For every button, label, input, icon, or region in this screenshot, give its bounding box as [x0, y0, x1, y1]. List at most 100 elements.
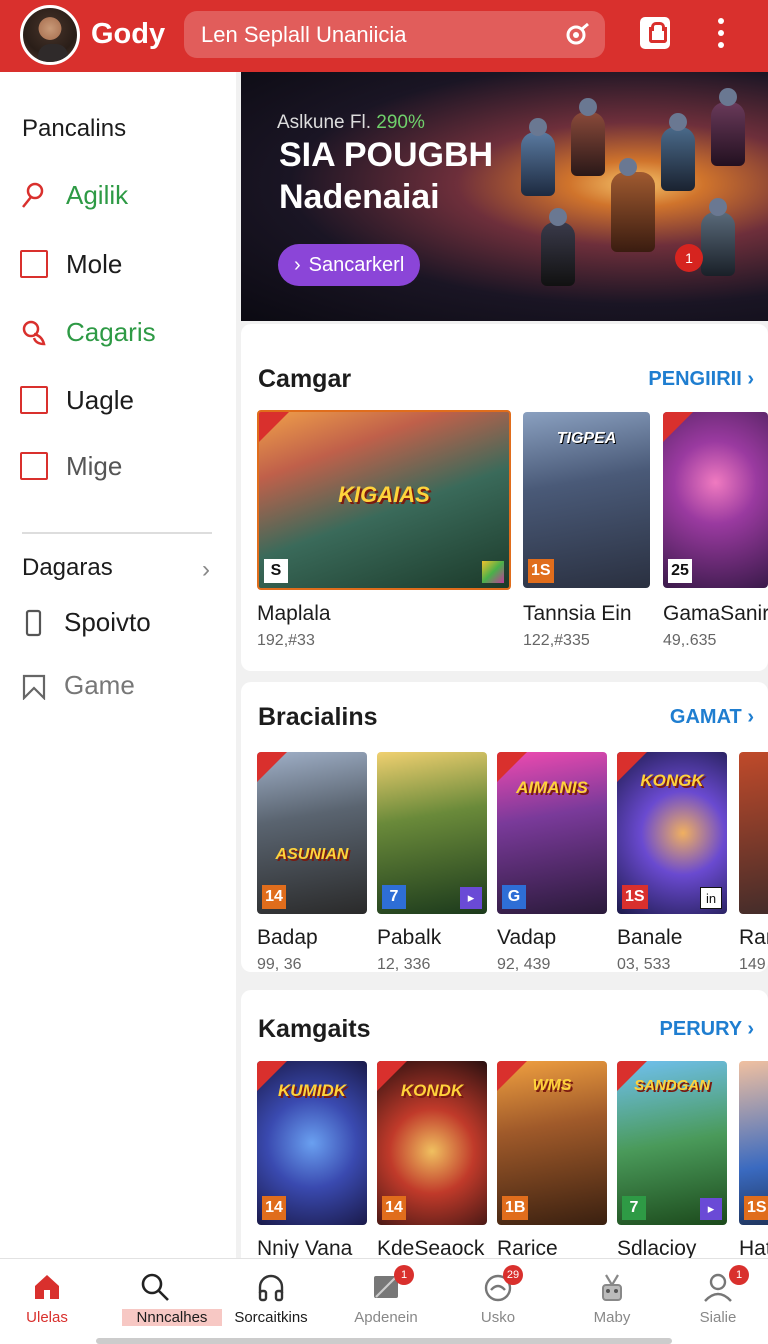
corner-tag [663, 412, 693, 442]
section-link-label: GAMAT [669, 706, 742, 728]
game-card-image: WMS 1B [497, 1061, 607, 1225]
game-logo: KONGK [640, 771, 704, 791]
hero-art-figure [541, 208, 575, 286]
headphones-icon [258, 1274, 284, 1302]
search-input[interactable]: Len Seplall Unaniicia [201, 22, 406, 48]
hero-title-line: Nadenaiai [279, 178, 440, 216]
search-icon[interactable] [563, 21, 591, 49]
hero-art-figure [661, 113, 695, 191]
chevron-right-icon: › [747, 1018, 754, 1040]
hero-subtitle-accent: 290% [376, 112, 425, 133]
sidebar-item-cagaris[interactable]: Cagaris [20, 312, 156, 352]
user-icon [22, 182, 44, 208]
rating-badge: 14 [262, 885, 286, 909]
game-card[interactable]: Ran 149 [739, 752, 768, 972]
nav-tab-label: Apdenein [354, 1309, 418, 1326]
game-count: 192,#33 [257, 632, 315, 649]
nav-tab-home[interactable]: Ulelas [0, 1259, 102, 1344]
store-icon[interactable] [640, 17, 670, 49]
game-count: 92, 439 [497, 956, 551, 973]
game-logo: KONDK [400, 1080, 464, 1100]
search-bar[interactable]: Len Seplall Unaniicia [184, 11, 605, 58]
square-icon [20, 452, 48, 480]
app-root: Gody Len Seplall Unaniicia Pancalins Agi… [0, 0, 768, 1344]
hero-subtitle: Aslkune Fl. 290% [277, 112, 425, 134]
hero-art-figure [611, 158, 655, 252]
sidebar-item-agilik[interactable]: Agilik [20, 175, 128, 215]
platform-icon [482, 561, 504, 583]
sidebar-divider [22, 532, 212, 534]
section-title: Kamgaits [258, 1015, 371, 1043]
sidebar-item-uagle[interactable]: Uagle [20, 380, 134, 420]
game-logo: WMS [532, 1077, 572, 1095]
section-see-all-link[interactable]: PERURY › [660, 1018, 754, 1041]
sidebar: Pancalins Agilik Mole Cagaris Uagle Mige… [0, 72, 236, 1258]
section-link-label: PENGIIRII [648, 368, 742, 390]
nav-tab-audio[interactable]: Sorcaitkins [216, 1259, 326, 1344]
rating-badge: 7 [622, 1196, 646, 1220]
nav-tab-label: Usko [480, 1309, 516, 1326]
game-logo: ASUNIAN [275, 845, 349, 863]
rating-badge: 1B [502, 1196, 529, 1220]
section-bracialins: Bracialins GAMAT › ASUNIAN 14 Badap 99, … [241, 682, 768, 973]
hero-cta-button[interactable]: › Sancarkerl [278, 244, 421, 286]
game-logo: AIMANIS [516, 777, 588, 797]
avatar[interactable] [20, 5, 80, 65]
platform-icon: in [700, 887, 722, 909]
game-logo: TIGPEA [556, 429, 617, 447]
game-card-image: SANDGAN 7 ▸ [617, 1061, 727, 1225]
sidebar-item-label: Agilik [66, 179, 129, 210]
sidebar-item-mole[interactable]: Mole [20, 244, 122, 284]
nav-tab-maby[interactable]: Maby [557, 1259, 667, 1344]
platform-icon: ▸ [700, 1198, 722, 1220]
rating-badge: 1S [744, 1196, 768, 1220]
nav-tab-label: Nnncalhes [122, 1309, 222, 1326]
game-card-image: AIMANIS G [497, 752, 607, 914]
sidebar-section-title[interactable]: Dagaras [22, 554, 113, 582]
section-camgar: Camgar PENGIIRII › KIGAIAS S Maplala 192… [241, 324, 768, 671]
game-card-image: KONDK 14 [377, 1061, 487, 1225]
sidebar-item-label: Mige [66, 450, 123, 481]
nav-tab-usko[interactable]: 29 Usko [443, 1259, 553, 1344]
game-card-image: KONGK 1S in [617, 752, 727, 914]
chevron-right-icon[interactable]: › [202, 556, 210, 584]
home-icon [35, 1275, 59, 1299]
nav-tab-updates[interactable]: 1 Apdenein [331, 1259, 441, 1344]
sidebar-item-game[interactable]: Game [20, 670, 135, 701]
nav-tab-profile[interactable]: 1 Sialie [663, 1259, 768, 1344]
section-see-all-link[interactable]: GAMAT › [670, 706, 754, 729]
game-count: 122,#335 [523, 632, 590, 649]
game-name: Vadap [497, 926, 557, 949]
sidebar-item-label: Cagaris [66, 316, 156, 347]
rating-badge: 25 [668, 559, 692, 583]
bookmark-icon [22, 674, 46, 700]
game-card-image: KIGAIAS S [257, 410, 511, 590]
square-icon [20, 250, 48, 278]
sidebar-item-spoivto[interactable]: Spoivto [20, 607, 151, 638]
home-indicator[interactable] [96, 1338, 672, 1344]
section-kamgaits: Kamgaits PERURY › KUMIDK 14 Nniy Vana KO… [241, 990, 768, 1261]
notification-badge: 1 [394, 1265, 414, 1285]
game-card[interactable]: 1S Hat [739, 1061, 768, 1261]
joystick-icon [22, 320, 46, 346]
hero-banner[interactable]: Aslkune Fl. 290% SIA POUGBH Nadenaiai › S… [241, 72, 768, 321]
sidebar-item-mige[interactable]: Mige [20, 446, 122, 486]
rating-badge: 1S [622, 885, 648, 909]
game-card-image: KUMIDK 14 [257, 1061, 367, 1225]
hero-badge: 1 [675, 244, 703, 272]
chevron-right-icon: › [747, 368, 754, 390]
game-name: Ran [739, 926, 768, 949]
top-bar: Gody Len Seplall Unaniicia [0, 0, 768, 72]
chevron-right-icon: › [747, 706, 754, 728]
notification-badge: 1 [729, 1265, 749, 1285]
section-title: Camgar [258, 365, 352, 393]
game-name: Pabalk [377, 926, 442, 949]
more-options-icon[interactable] [712, 18, 730, 50]
notification-badge: 29 [503, 1265, 523, 1285]
game-count: 149 [739, 956, 766, 972]
hero-art-figure [701, 198, 735, 276]
nav-tab-search[interactable]: Nnncalhes [100, 1259, 222, 1344]
nav-tab-label: Maby [593, 1309, 631, 1326]
game-card-image: 1S [739, 1061, 768, 1225]
section-see-all-link[interactable]: PENGIIRII › [648, 368, 754, 391]
